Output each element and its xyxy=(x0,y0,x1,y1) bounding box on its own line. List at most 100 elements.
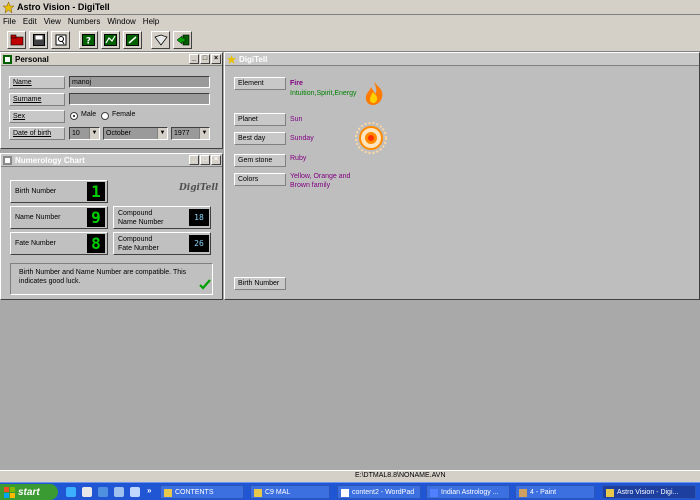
birth-number-value: 1 xyxy=(87,182,105,201)
numerology-title-bar: Numerology Chart _ □ × xyxy=(1,154,222,167)
female-label: Female xyxy=(112,111,136,118)
personal-title-bar: Personal _ □ × xyxy=(1,53,222,66)
taskbar-item-label: 4 - Paint xyxy=(530,488,557,496)
maximize-button[interactable]: □ xyxy=(200,54,210,64)
colors-value-2: Brown family xyxy=(290,182,331,189)
digitell-title: DigiTell xyxy=(239,54,268,64)
surname-field[interactable] xyxy=(69,93,210,105)
dob-month-value: October xyxy=(106,130,131,137)
taskbar-item-wordpad[interactable]: content2 - WordPad xyxy=(337,485,421,499)
element-desc: Intuition,Spirit,Energy xyxy=(290,90,357,97)
book-icon xyxy=(153,34,168,46)
taskbar-item-indian-astrology[interactable]: Indian Astrology ... xyxy=(426,485,510,499)
planet-value: Sun xyxy=(290,116,303,123)
menu-file[interactable]: File xyxy=(3,17,16,26)
save-icon xyxy=(32,34,45,46)
astro-star-icon xyxy=(3,1,14,13)
name-label: Name xyxy=(9,76,65,89)
chevron-down-icon[interactable]: ▼ xyxy=(89,128,99,139)
surname-label: Surname xyxy=(9,93,65,106)
quicklaunch-media-icon[interactable] xyxy=(114,487,124,497)
open-folder-icon xyxy=(10,34,23,46)
menu-help[interactable]: Help xyxy=(143,17,159,26)
bestday-value: Sunday xyxy=(290,135,314,142)
menu-edit[interactable]: Edit xyxy=(23,17,37,26)
more-chevron-icon[interactable]: » xyxy=(147,486,151,495)
compound-name-value: 18 xyxy=(189,209,209,226)
taskbar-item-contents[interactable]: CONTENTS xyxy=(160,485,244,499)
quicklaunch-ie-icon[interactable] xyxy=(66,487,76,497)
close-button[interactable]: × xyxy=(211,155,221,165)
male-radio[interactable] xyxy=(70,112,78,120)
menu-window[interactable]: Window xyxy=(107,17,135,26)
birth-number-box: Birth Number 1 xyxy=(10,180,108,203)
dob-day-select[interactable]: 10 ▼ xyxy=(69,127,100,140)
dob-month-select[interactable]: October ▼ xyxy=(103,127,168,140)
name-field[interactable]: manoj xyxy=(69,76,210,88)
book-button[interactable] xyxy=(151,31,170,49)
numerology-window: Numerology Chart _ □ × DigiTell Birth Nu… xyxy=(0,153,223,300)
compound-name-label-1: Compound xyxy=(118,210,153,217)
chevron-down-icon[interactable]: ▼ xyxy=(157,128,167,139)
minimize-button[interactable]: _ xyxy=(189,54,199,64)
chart-button[interactable] xyxy=(101,31,120,49)
app-title-bar: Astro Vision - DigiTell xyxy=(0,0,700,15)
open-button[interactable] xyxy=(7,31,26,49)
compatibility-message: Birth Number and Name Number are compati… xyxy=(19,269,187,285)
menu-view[interactable]: View xyxy=(44,17,61,26)
tools-button[interactable] xyxy=(123,31,142,49)
minimize-button[interactable]: _ xyxy=(189,155,199,165)
dob-year-select[interactable]: 1977 ▼ xyxy=(171,127,210,140)
name-number-box: Name Number 9 xyxy=(10,206,108,229)
close-button[interactable]: × xyxy=(211,54,221,64)
start-button[interactable]: start xyxy=(0,484,58,500)
help-button[interactable]: ? xyxy=(79,31,98,49)
element-value: Fire xyxy=(290,80,303,87)
taskbar-item-label: Indian Astrology ... xyxy=(441,488,499,496)
birth-number-footer-label: Birth Number xyxy=(234,277,286,290)
save-button[interactable] xyxy=(29,31,48,49)
taskbar-item-paint[interactable]: 4 - Paint xyxy=(515,485,595,499)
quicklaunch-explorer-icon[interactable] xyxy=(130,487,140,497)
planet-label: Planet xyxy=(234,113,286,126)
preview-button[interactable] xyxy=(51,31,70,49)
menu-numbers[interactable]: Numbers xyxy=(68,17,100,26)
compound-name-box: Compound Name Number 18 xyxy=(113,206,211,229)
sex-label: Sex xyxy=(9,110,65,123)
menu-bar: File Edit View Numbers Window Help xyxy=(0,15,700,28)
taskbar-item-c9mal[interactable]: C9 MAL xyxy=(250,485,330,499)
quicklaunch-desktop-icon[interactable] xyxy=(98,487,108,497)
folder-icon xyxy=(164,489,172,497)
female-radio[interactable] xyxy=(101,112,109,120)
dob-label: Date of birth xyxy=(9,127,65,140)
checkmark-icon xyxy=(199,279,211,290)
sun-icon xyxy=(355,122,387,154)
exit-icon xyxy=(176,34,189,46)
chevron-down-icon[interactable]: ▼ xyxy=(199,128,209,139)
taskbar-item-astro-vision[interactable]: Astro Vision - Digi... xyxy=(602,485,696,499)
quicklaunch-outlook-icon[interactable] xyxy=(82,487,92,497)
astro-star-icon xyxy=(606,489,614,497)
app-title: Astro Vision - DigiTell xyxy=(17,2,110,12)
fate-number-box: Fate Number 8 xyxy=(10,232,108,255)
windows-logo-icon xyxy=(4,487,15,498)
help-icon: ? xyxy=(82,34,95,46)
birth-number-label: Birth Number xyxy=(15,188,57,195)
window-icon xyxy=(3,156,12,165)
taskbar-item-label: Astro Vision - Digi... xyxy=(617,488,679,496)
compatibility-message-box: Birth Number and Name Number are compati… xyxy=(10,263,213,295)
exit-button[interactable] xyxy=(173,31,192,49)
astro-star-icon xyxy=(254,489,262,497)
maximize-button[interactable]: □ xyxy=(200,155,210,165)
gem-value: Ruby xyxy=(290,155,307,162)
fate-number-value: 8 xyxy=(87,234,105,253)
paint-icon xyxy=(519,489,527,497)
element-label: Element xyxy=(234,77,286,90)
compound-name-label-2: Name Number xyxy=(118,219,164,226)
gem-label: Gem stone xyxy=(234,154,286,167)
taskbar: start » CONTENTS C9 MAL content2 - WordP… xyxy=(0,482,700,500)
compound-fate-label-1: Compound xyxy=(118,236,153,243)
name-number-label: Name Number xyxy=(15,214,61,221)
male-label: Male xyxy=(81,111,97,118)
colors-value-1: Yellow, Orange and xyxy=(290,173,351,180)
